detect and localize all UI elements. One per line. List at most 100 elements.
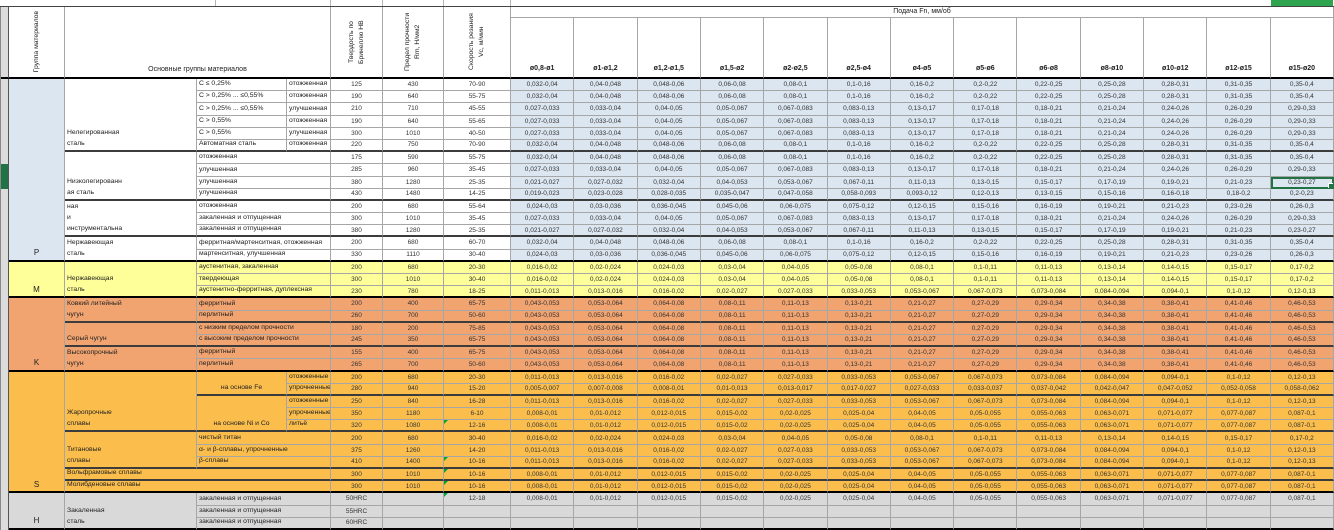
feed-cell[interactable]: 0,012-0,015 <box>638 420 701 432</box>
feed-cell[interactable]: 0,027-0,033 <box>764 372 827 384</box>
feed-cell[interactable] <box>1144 518 1207 530</box>
hardness-cell[interactable]: 260 <box>331 311 383 323</box>
feed-cell[interactable] <box>1081 506 1144 518</box>
material-subtype-cell[interactable]: аустенитная, дисперсионно твердеющая <box>197 274 331 286</box>
feed-cell[interactable]: 0,04-0,05 <box>764 432 827 444</box>
strength-cell[interactable]: 1280 <box>383 177 444 189</box>
feed-cell[interactable]: 0,015-0,02 <box>701 420 764 432</box>
hardness-column-header[interactable]: Твердость по Бринеллю НВ <box>331 7 383 79</box>
feed-cell[interactable] <box>1271 506 1334 518</box>
feed-cell[interactable]: 0,032-0,04 <box>511 79 574 91</box>
strength-cell[interactable]: 1010 <box>383 481 444 493</box>
feed-cell[interactable]: 0,24-0,26 <box>1144 164 1207 176</box>
feed-cell[interactable]: 0,017-0,027 <box>828 384 891 396</box>
feed-cell[interactable]: 0,41-0,46 <box>1207 347 1270 359</box>
feed-cell[interactable]: 0,15-0,17 <box>1207 432 1270 444</box>
feed-cell[interactable]: 0,024-0,03 <box>638 274 701 286</box>
feed-cell[interactable]: 0,29-0,34 <box>1017 335 1080 347</box>
feed-cell[interactable]: 0,46-0,53 <box>1271 311 1334 323</box>
feed-cell[interactable]: 0,31-0,35 <box>1207 79 1270 91</box>
feed-cell[interactable]: 0,26-0,29 <box>1207 116 1270 128</box>
feed-cell[interactable] <box>574 518 637 530</box>
feed-cell[interactable]: 0,03-0,04 <box>701 274 764 286</box>
column-header-diameter[interactable]: ø10-ø12 <box>1144 18 1207 79</box>
material-subtype-cell[interactable]: улучшенная <box>197 164 331 176</box>
feed-cell[interactable]: 0,027-0,033 <box>511 116 574 128</box>
feed-cell[interactable]: 0,027-0,032 <box>574 177 637 189</box>
feed-cell[interactable]: 0,12-0,13 <box>1271 396 1334 408</box>
feed-cell[interactable]: 0,067-0,11 <box>828 225 891 237</box>
strength-cell[interactable]: 400 <box>383 298 444 310</box>
feed-cell[interactable]: 0,032-0,04 <box>638 177 701 189</box>
feed-cell[interactable]: 0,16-0,2 <box>891 152 954 164</box>
hardness-cell[interactable]: 280 <box>331 384 383 396</box>
cutting-speed-cell[interactable]: 70-90 <box>444 79 511 91</box>
feed-cell[interactable]: 0,28-0,31 <box>1144 79 1207 91</box>
hardness-cell[interactable]: 60HRC <box>331 518 383 530</box>
feed-cell[interactable]: 0,067-0,073 <box>954 372 1017 384</box>
feed-cell[interactable]: 0,02-0,027 <box>701 445 764 457</box>
feed-cell[interactable]: 0,11-0,13 <box>1017 274 1080 286</box>
feed-cell[interactable]: 0,043-0,053 <box>511 335 574 347</box>
cutting-speed-cell[interactable]: 14-20 <box>444 445 511 457</box>
feed-cell[interactable]: 0,04-0,048 <box>574 237 637 249</box>
feed-cell[interactable]: 0,045-0,06 <box>701 201 764 213</box>
column-header-diameter[interactable]: ø4-ø5 <box>891 18 954 79</box>
feed-cell[interactable]: 0,08-0,1 <box>891 262 954 274</box>
strength-cell[interactable] <box>383 518 444 530</box>
feed-cell[interactable]: 0,17-0,2 <box>1271 432 1334 444</box>
feed-cell[interactable]: 0,12-0,13 <box>1271 372 1334 384</box>
cutting-speed-cell[interactable]: 65-75 <box>444 298 511 310</box>
strength-cell[interactable]: 1400 <box>383 457 444 469</box>
feed-cell[interactable]: 0,027-0,033 <box>764 396 827 408</box>
feed-cell[interactable]: 0,34-0,38 <box>1081 298 1144 310</box>
strength-cell[interactable]: 680 <box>383 432 444 444</box>
feed-cell[interactable] <box>954 518 1017 530</box>
material-subtype-cell[interactable]: улучшенная <box>197 189 331 201</box>
feed-cell[interactable]: 0,067-0,11 <box>828 177 891 189</box>
column-header-diameter[interactable]: ø2-ø2,5 <box>764 18 827 79</box>
feed-cell[interactable]: 0,21-0,24 <box>1081 128 1144 140</box>
feed-cell[interactable]: 0,058-0,093 <box>828 189 891 201</box>
feed-cell[interactable]: 0,1-0,11 <box>954 274 1017 286</box>
feed-cell[interactable]: 0,04-0,05 <box>891 481 954 493</box>
strength-cell[interactable]: 960 <box>383 164 444 176</box>
feed-cell[interactable]: 0,032-0,04 <box>638 225 701 237</box>
strength-cell[interactable]: 430 <box>383 79 444 91</box>
feed-cell[interactable]: 0,02-0,025 <box>764 469 827 481</box>
feed-cell[interactable]: 0,26-0,3 <box>1271 201 1334 213</box>
feed-cell[interactable]: 0,14-0,15 <box>1144 274 1207 286</box>
feed-cell[interactable]: 0,11-0,13 <box>764 335 827 347</box>
feed-cell[interactable]: 0,06-0,08 <box>701 79 764 91</box>
feed-cell[interactable]: 0,024-0,03 <box>511 250 574 262</box>
feed-cell[interactable]: 0,02-0,027 <box>701 396 764 408</box>
feed-cell[interactable]: 0,071-0,077 <box>1144 493 1207 505</box>
feed-cell[interactable]: 0,46-0,53 <box>1271 323 1334 335</box>
feed-cell[interactable]: 0,03-0,036 <box>574 201 637 213</box>
feed-cell[interactable]: 0,12-0,13 <box>1271 457 1334 469</box>
feed-cell[interactable]: 0,15-0,17 <box>1207 262 1270 274</box>
feed-cell[interactable]: 0,21-0,24 <box>1081 116 1144 128</box>
feed-cell[interactable]: 0,02-0,027 <box>701 372 764 384</box>
column-header-diameter[interactable]: ø5-ø6 <box>954 18 1017 79</box>
feed-cell[interactable] <box>701 506 764 518</box>
feed-cell[interactable] <box>1017 518 1080 530</box>
feed-cell[interactable]: 0,073-0,084 <box>1017 396 1080 408</box>
feed-cell[interactable]: 0,27-0,29 <box>954 347 1017 359</box>
feed-cell[interactable]: 0,063-0,071 <box>1081 493 1144 505</box>
hardness-cell[interactable]: 125 <box>331 79 383 91</box>
feed-cell[interactable]: 0,055-0,063 <box>1017 408 1080 420</box>
feed-cell[interactable]: 0,35-0,4 <box>1271 237 1334 249</box>
feed-cell[interactable]: 0,016-0,02 <box>638 396 701 408</box>
feed-cell[interactable]: 0,1-0,16 <box>828 79 891 91</box>
hardness-cell[interactable]: 210 <box>331 103 383 115</box>
group-letter-cell[interactable]: K <box>9 298 65 371</box>
column-header-diameter[interactable]: ø6-ø8 <box>1017 18 1080 79</box>
material-subtype-cell[interactable]: улучшенная <box>197 177 331 189</box>
feed-cell[interactable]: 0,011-0,013 <box>511 445 574 457</box>
feed-cell[interactable]: 0,21-0,27 <box>891 298 954 310</box>
material-subtype-cell[interactable]: отожженная <box>287 116 331 128</box>
feed-cell[interactable]: 0,13-0,17 <box>891 103 954 115</box>
feed-cell[interactable]: 0,053-0,067 <box>891 286 954 298</box>
cutting-speed-cell[interactable]: 35-45 <box>444 164 511 176</box>
